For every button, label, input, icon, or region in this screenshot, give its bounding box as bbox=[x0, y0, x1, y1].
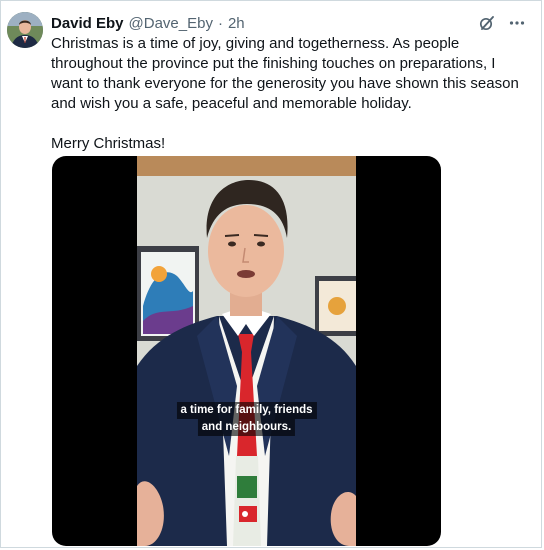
more-icon[interactable] bbox=[507, 13, 527, 33]
timestamp[interactable]: 2h bbox=[228, 15, 245, 32]
video-player[interactable]: a time for family, friends and neighbour… bbox=[52, 156, 441, 546]
video-caption-line-2: and neighbours. bbox=[197, 419, 296, 436]
tweet-card[interactable]: David Eby @Dave_Eby · 2h Christmas is a … bbox=[0, 0, 542, 548]
author-name[interactable]: David Eby bbox=[51, 15, 124, 32]
avatar[interactable] bbox=[7, 12, 43, 48]
tweet-actions bbox=[477, 13, 527, 33]
grok-icon[interactable] bbox=[477, 13, 497, 33]
video-frame[interactable]: a time for family, friends and neighbour… bbox=[137, 156, 356, 546]
tweet-text: Christmas is a time of joy, giving and t… bbox=[51, 34, 531, 154]
tweet-text-paragraph: Christmas is a time of joy, giving and t… bbox=[51, 35, 519, 112]
tweet-text-closing: Merry Christmas! bbox=[51, 135, 166, 152]
tweet-header: David Eby @Dave_Eby · 2h bbox=[51, 13, 245, 33]
video-caption: a time for family, friends and neighbour… bbox=[176, 402, 317, 436]
separator-dot: · bbox=[217, 14, 223, 32]
author-handle[interactable]: @Dave_Eby bbox=[129, 15, 213, 32]
video-caption-line-1: a time for family, friends bbox=[176, 402, 317, 419]
